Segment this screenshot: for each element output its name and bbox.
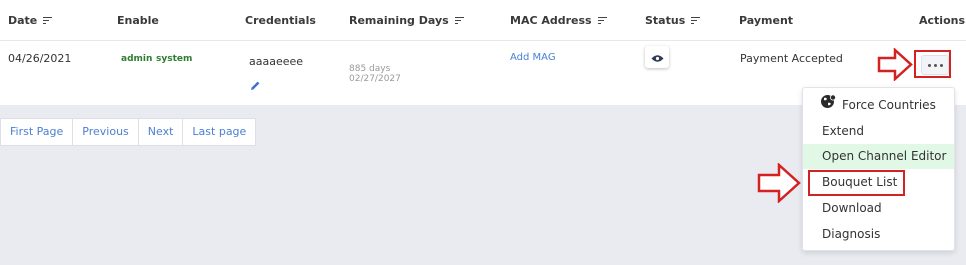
header-label: Enable xyxy=(117,14,159,27)
remaining-days-value: 885 days xyxy=(349,64,391,74)
header-label: Remaining Days xyxy=(349,14,449,27)
enable-tag-system: system xyxy=(156,54,193,64)
annotation-highlight-box xyxy=(808,170,905,196)
cell-credentials: aaaaeeee xyxy=(249,55,304,68)
eye-icon xyxy=(651,48,664,67)
menu-item-download[interactable]: Download xyxy=(803,196,954,221)
column-header-actions: Actions xyxy=(919,14,965,27)
header-label: MAC Address xyxy=(510,14,592,27)
edit-pencil-icon[interactable] xyxy=(250,76,261,95)
header-label: Actions xyxy=(919,14,965,27)
header-label: Payment xyxy=(739,14,794,27)
column-header-payment: Payment xyxy=(739,14,793,27)
column-header-enable: Enable xyxy=(117,14,159,27)
column-header-mac-address[interactable]: MAC Address xyxy=(510,14,607,27)
header-label: Credentials xyxy=(245,14,316,27)
annotation-arrow-icon xyxy=(877,48,913,81)
last-page-button[interactable]: Last page xyxy=(183,119,255,145)
sort-icon[interactable] xyxy=(43,17,53,25)
sort-icon[interactable] xyxy=(597,17,607,25)
annotation-arrow-icon xyxy=(757,163,801,203)
enable-tag-admin: admin xyxy=(121,54,153,64)
menu-item-extend[interactable]: Extend xyxy=(803,119,954,144)
header-label: Status xyxy=(645,14,686,27)
menu-item-label: Diagnosis xyxy=(822,227,881,241)
next-page-button[interactable]: Next xyxy=(139,119,184,145)
menu-item-label: Download xyxy=(822,201,882,215)
column-header-credentials: Credentials xyxy=(245,14,316,27)
column-header-status[interactable]: Status xyxy=(645,14,701,27)
previous-page-button[interactable]: Previous xyxy=(73,119,139,145)
actions-dropdown-menu: Force Countries Extend Open Channel Edit… xyxy=(802,87,955,251)
menu-item-label: Force Countries xyxy=(842,98,936,112)
view-status-button[interactable] xyxy=(645,46,669,68)
pagination: First Page Previous Next Last page xyxy=(0,118,257,146)
menu-item-label: Open Channel Editor xyxy=(822,149,947,163)
column-header-date[interactable]: Date xyxy=(8,14,53,27)
menu-item-label: Extend xyxy=(822,124,864,138)
menu-item-diagnosis[interactable]: Diagnosis xyxy=(803,222,954,247)
expiry-date: 02/27/2027 xyxy=(349,74,401,84)
sort-icon[interactable] xyxy=(454,17,464,25)
add-mag-link[interactable]: Add MAG xyxy=(510,52,556,63)
cell-payment: Payment Accepted xyxy=(740,52,843,65)
globe-icon xyxy=(820,93,837,118)
first-page-button[interactable]: First Page xyxy=(1,119,74,145)
table-header: Date Enable Credentials Remaining Days M… xyxy=(0,0,966,41)
cell-date: 04/26/2021 xyxy=(8,52,72,65)
menu-item-open-channel-editor[interactable]: Open Channel Editor xyxy=(803,144,954,169)
sort-icon[interactable] xyxy=(691,17,701,25)
header-label: Date xyxy=(8,14,38,27)
menu-item-force-countries[interactable]: Force Countries xyxy=(803,93,954,118)
annotation-highlight-box xyxy=(914,50,951,78)
column-header-remaining-days[interactable]: Remaining Days xyxy=(349,14,464,27)
